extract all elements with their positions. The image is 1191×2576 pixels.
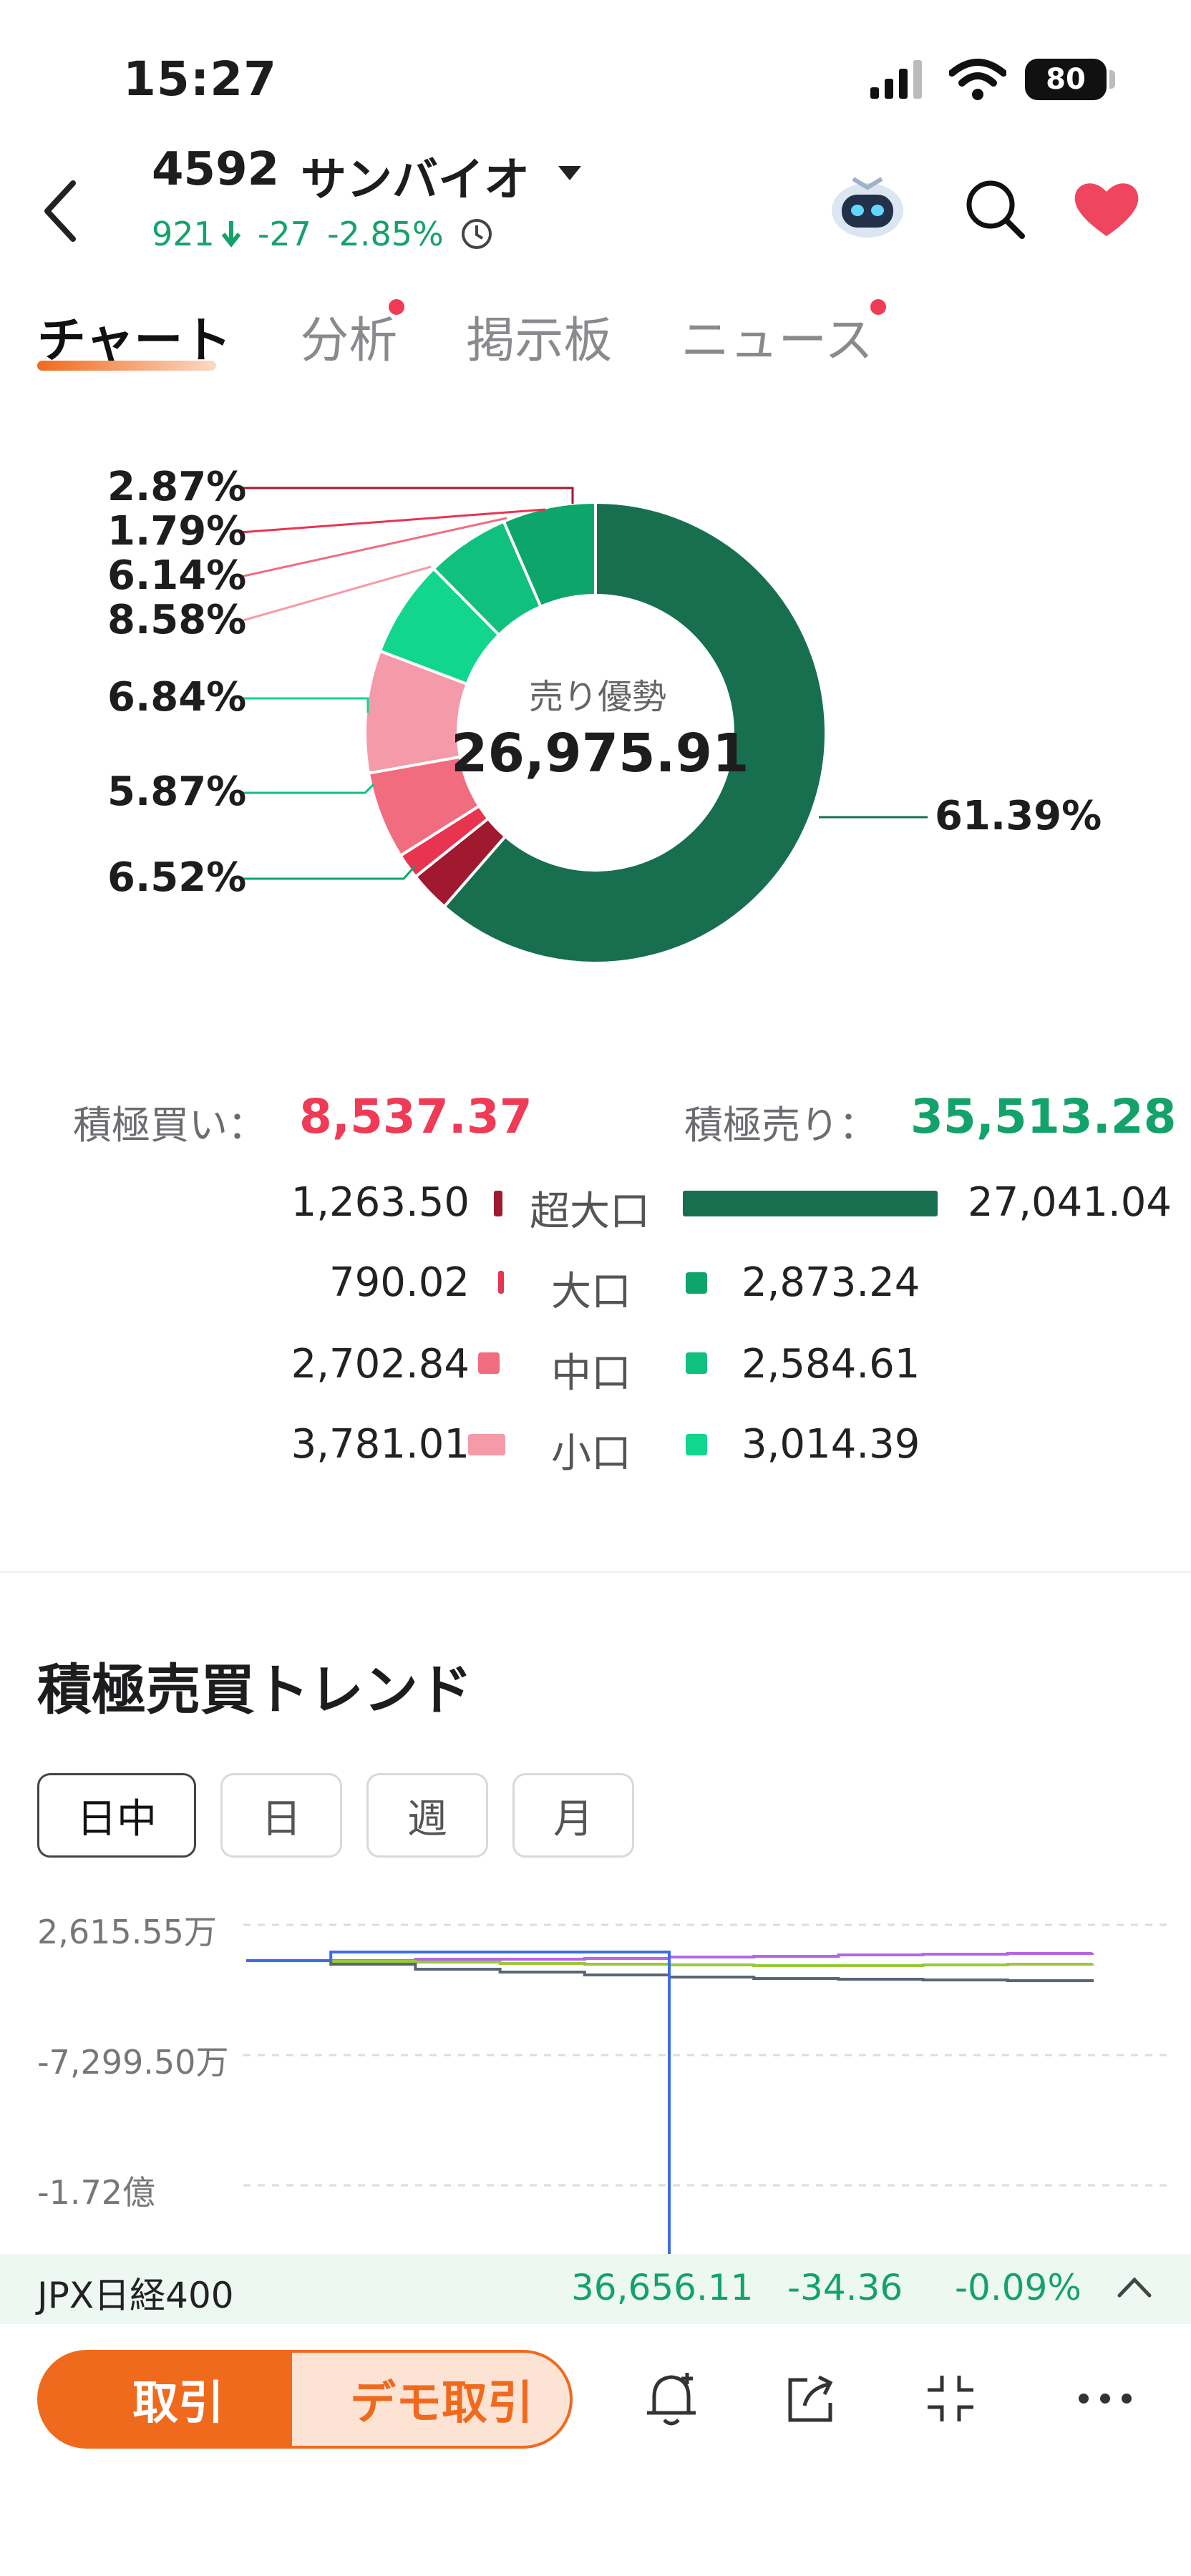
leader-line <box>240 487 574 504</box>
collapse-fullscreen-icon[interactable] <box>923 2371 978 2426</box>
y-axis-label-top: 2,615.55万 <box>37 1913 217 1951</box>
sell-bar-xlarge <box>683 1191 938 1216</box>
back-arrow-icon[interactable] <box>40 179 83 243</box>
buy-bar-xlarge <box>494 1191 502 1216</box>
price-change-pct: -2.85% <box>326 215 444 253</box>
sell-value-small: 3,014.39 <box>742 1421 920 1468</box>
donut-center-value: 26,975.91 <box>451 723 749 784</box>
y-axis-label-mid: -7,299.50万 <box>37 2043 229 2082</box>
sell-total-label: 積極売り： <box>684 1103 878 1148</box>
buy-value-xlarge: 1,263.50 <box>291 1179 470 1226</box>
demo-trade-button[interactable]: デモ取引 <box>289 2350 573 2449</box>
donut-label-buy-medium: 6.14% <box>107 552 247 599</box>
buy-value-small: 3,781.01 <box>291 1421 470 1468</box>
size-label-xlarge: 超大口 <box>530 1189 650 1235</box>
trend-series-line <box>246 1951 671 2254</box>
buy-bar-medium <box>478 1352 500 1374</box>
buy-bar-small <box>468 1434 505 1455</box>
y-axis-label-bottom: -1.72億 <box>37 2173 156 2212</box>
size-label-large: 大口 <box>551 1269 631 1315</box>
notification-dot <box>389 299 405 315</box>
buy-total-label: 積極買い： <box>73 1103 266 1148</box>
index-value: 36,656.11 <box>571 2267 754 2308</box>
stock-name[interactable]: サンバイオ <box>301 143 530 209</box>
size-label-medium: 中口 <box>551 1350 631 1397</box>
dropdown-caret-icon[interactable] <box>557 165 583 182</box>
index-change-pct: -0.09% <box>955 2267 1081 2308</box>
chevron-up-icon[interactable] <box>1117 2275 1152 2300</box>
tab-news[interactable]: ニュース <box>681 299 886 371</box>
donut-label-sell-medium: 5.87% <box>107 769 247 815</box>
active-tab-indicator <box>37 361 216 371</box>
trade-button[interactable]: 取引 <box>37 2350 319 2449</box>
more-options-icon[interactable] <box>1076 2390 1134 2407</box>
index-name: JPX日経400 <box>37 2275 234 2316</box>
buy-value-medium: 2,702.84 <box>291 1341 470 1387</box>
search-icon[interactable] <box>963 177 1026 240</box>
price-alert-bell-icon[interactable] <box>643 2368 700 2430</box>
sell-total-value: 35,513.28 <box>910 1089 1177 1144</box>
leader-line <box>240 697 369 713</box>
current-price: 921 <box>152 215 215 253</box>
section-divider <box>0 1571 1191 1573</box>
sell-value-xlarge: 27,041.04 <box>968 1179 1172 1226</box>
wifi-icon <box>949 59 1006 100</box>
down-arrow-icon <box>221 221 241 248</box>
share-icon[interactable] <box>784 2371 839 2426</box>
tab-analysis[interactable]: 分析 <box>300 299 405 371</box>
price-change: -27 <box>257 215 311 253</box>
donut-label-sell-small: 6.84% <box>107 674 247 721</box>
sell-value-large: 2,873.24 <box>742 1259 920 1306</box>
range-button-month[interactable]: 月 <box>512 1773 634 1858</box>
donut-label-buy-xlarge: 2.87% <box>107 464 247 510</box>
ai-assistant-robot-icon[interactable] <box>829 170 906 242</box>
donut-label-sell-xlarge: 61.39% <box>935 793 1102 839</box>
donut-center-label: 売り優勢 <box>528 677 666 717</box>
sell-bar-medium <box>686 1352 707 1374</box>
range-button-day[interactable]: 日 <box>220 1773 342 1858</box>
sell-bar-large <box>686 1272 707 1294</box>
price-line: 921 -27 -2.85% <box>152 215 494 253</box>
buy-value-large: 790.02 <box>329 1259 470 1306</box>
notification-dot <box>870 299 886 315</box>
buy-bar-large <box>498 1271 504 1294</box>
sell-value-medium: 2,584.61 <box>742 1341 920 1387</box>
donut-label-buy-large: 1.79% <box>107 508 247 555</box>
trend-line-chart <box>243 1923 1174 2254</box>
donut-label-buy-small: 8.58% <box>107 597 247 643</box>
buy-total-value: 8,537.37 <box>299 1089 533 1144</box>
range-button-intraday[interactable]: 日中 <box>37 1773 196 1858</box>
status-time: 15:27 <box>123 52 278 107</box>
battery-indicator: 80 <box>1025 59 1107 100</box>
leader-line <box>240 783 375 794</box>
clock-icon[interactable] <box>460 217 494 251</box>
sell-bar-small <box>686 1434 707 1455</box>
trend-section-title: 積極売買トレンド <box>37 1658 472 1722</box>
donut-label-sell-large: 6.52% <box>107 854 247 901</box>
leader-line <box>240 865 417 880</box>
size-label-small: 小口 <box>551 1430 631 1477</box>
index-change: -34.36 <box>787 2267 903 2308</box>
stock-code: 4592 <box>152 143 280 196</box>
range-button-week[interactable]: 週 <box>366 1773 488 1858</box>
favorite-heart-icon[interactable] <box>1072 179 1141 239</box>
battery-tip <box>1109 70 1115 89</box>
cellular-signal-icon <box>870 60 922 99</box>
tab-board[interactable]: 掲示板 <box>466 301 612 371</box>
